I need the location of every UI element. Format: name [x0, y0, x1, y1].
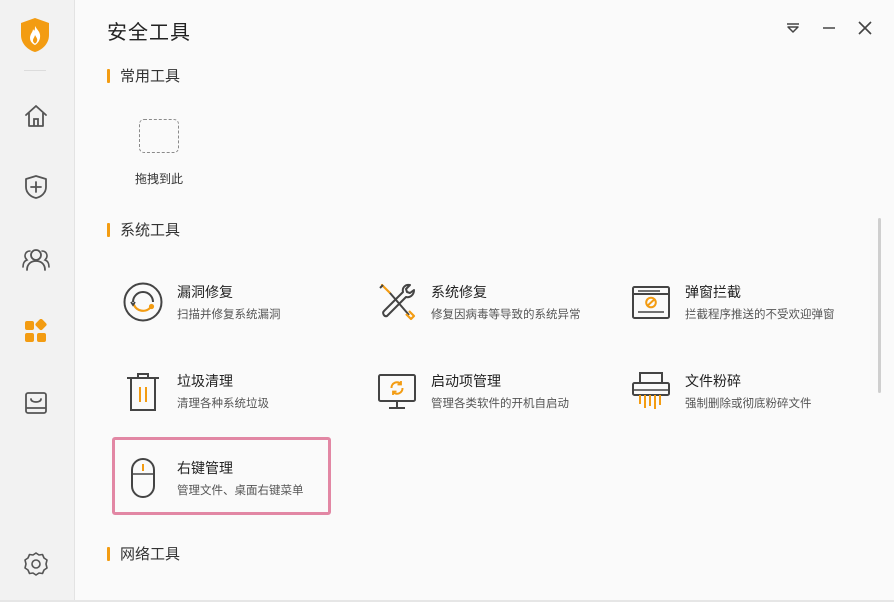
tool-file-shredder[interactable]: 文件粉碎 强制删除或彻底粉碎文件: [629, 365, 869, 417]
sidebar-item-settings[interactable]: [18, 546, 54, 582]
tool-description: 拦截程序推送的不受欢迎弹窗: [685, 307, 835, 321]
shield-plus-icon: [25, 175, 47, 199]
sidebar-item-users[interactable]: [18, 241, 54, 277]
section-common-tools: 常用工具: [107, 65, 180, 86]
minimize-icon: [823, 27, 835, 29]
section-accent-bar: [107, 68, 110, 83]
tool-vulnerability-fix[interactable]: 漏洞修复 扫描并修复系统漏洞: [121, 276, 361, 328]
tool-description: 修复因病毒等导致的系统异常: [431, 307, 581, 321]
sidebar-item-inbox[interactable]: [18, 385, 54, 421]
close-icon: [858, 21, 872, 35]
users-icon: [22, 249, 50, 271]
monitor-startup-icon: [375, 369, 419, 413]
popup-block-icon: [629, 280, 673, 324]
sidebar-item-toolbox[interactable]: [18, 314, 54, 350]
settings-gear-icon: [24, 552, 48, 576]
dropdown-menu-button[interactable]: [781, 16, 805, 40]
sidebar-item-home[interactable]: [18, 98, 54, 134]
minimize-button[interactable]: [817, 16, 841, 40]
tool-name: 弹窗拦截: [685, 285, 741, 301]
sidebar: [0, 0, 75, 602]
tool-description: 强制删除或彻底粉碎文件: [685, 396, 812, 410]
section-title-network: 网络工具: [120, 545, 181, 563]
tool-description: 清理各种系统垃圾: [177, 396, 269, 410]
tool-name: 右键管理: [177, 461, 233, 477]
tool-system-repair[interactable]: 系统修复 修复因病毒等导致的系统异常: [375, 276, 615, 328]
tool-junk-clean[interactable]: 垃圾清理 清理各种系统垃圾: [121, 365, 361, 417]
section-title-system: 系统工具: [120, 221, 181, 239]
vulnerability-fix-icon: [121, 280, 165, 324]
tool-popup-block[interactable]: 弹窗拦截 拦截程序推送的不受欢迎弹窗: [629, 276, 869, 328]
drop-zone-label: 拖拽到此: [134, 172, 183, 186]
tool-description: 管理文件、桌面右键菜单: [177, 483, 304, 497]
section-accent-bar: [107, 546, 110, 561]
tool-name: 垃圾清理: [177, 374, 233, 390]
sidebar-divider: [24, 70, 46, 71]
page-title: 安全工具: [107, 20, 191, 44]
drop-zone[interactable]: 拖拽到此: [131, 110, 187, 188]
tool-right-click-manager[interactable]: 右键管理 管理文件、桌面右键菜单: [121, 452, 361, 504]
main-panel: 安全工具 常用工具 拖拽到此 系统工具 漏洞修复 扫描并修复系统漏洞 系统修复 …: [75, 0, 894, 602]
wrench-tools-icon: [375, 280, 419, 324]
shredder-icon: [629, 369, 673, 413]
scrollbar[interactable]: [878, 218, 881, 393]
tool-description: 扫描并修复系统漏洞: [177, 307, 281, 321]
section-network-tools: 网络工具: [107, 543, 180, 564]
tool-name: 启动项管理: [431, 374, 501, 390]
sidebar-item-protection[interactable]: [18, 169, 54, 205]
apps-grid-icon: [25, 319, 47, 342]
section-system-tools: 系统工具: [107, 219, 180, 240]
trash-icon: [121, 369, 165, 413]
tool-name: 文件粉碎: [685, 374, 741, 390]
close-button[interactable]: [853, 16, 877, 40]
home-icon: [25, 105, 47, 127]
mouse-icon: [121, 456, 165, 500]
dropdown-menu-icon: [787, 23, 799, 33]
tool-description: 管理各类软件的开机自启动: [431, 396, 569, 410]
app-logo-icon: [18, 16, 52, 54]
tool-name: 系统修复: [431, 285, 487, 301]
drop-target-box[interactable]: [139, 119, 179, 153]
tool-name: 漏洞修复: [177, 285, 233, 301]
section-title-common: 常用工具: [120, 67, 181, 85]
section-accent-bar: [107, 222, 110, 237]
inbox-tray-icon: [25, 392, 47, 414]
tool-startup-manager[interactable]: 启动项管理 管理各类软件的开机自启动: [375, 365, 615, 417]
